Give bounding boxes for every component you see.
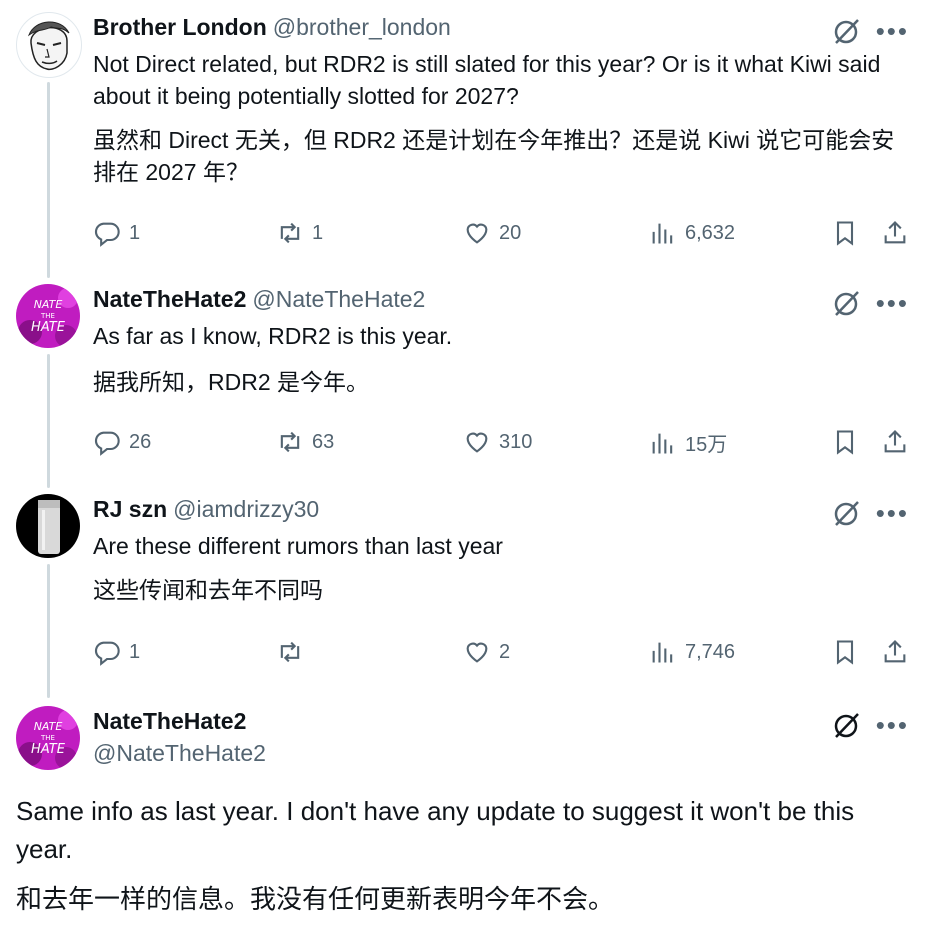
share-button[interactable] bbox=[881, 428, 909, 456]
repost-button[interactable] bbox=[276, 638, 312, 666]
tweet-text: As far as I know, RDR2 is this year. bbox=[93, 323, 453, 349]
avatar-text: THE bbox=[40, 312, 55, 320]
reply-button[interactable]: 1 bbox=[93, 219, 140, 247]
avatar-text: NATE bbox=[34, 720, 63, 733]
views-icon bbox=[652, 642, 673, 663]
avatar[interactable] bbox=[16, 12, 82, 78]
views-icon bbox=[652, 433, 673, 453]
tweet-header: NateTheHate2 @NateTheHate2 bbox=[93, 286, 425, 313]
like-button[interactable]: 310 bbox=[463, 428, 532, 456]
display-name[interactable]: RJ szn bbox=[93, 496, 167, 522]
repost-icon bbox=[280, 222, 300, 244]
reply-count: 26 bbox=[129, 430, 152, 453]
bookmark-button[interactable] bbox=[831, 428, 859, 456]
view-count: 6,632 bbox=[685, 221, 736, 244]
tweet-translation: 据我所知，RDR2 是今年。 bbox=[93, 369, 370, 395]
reply-icon bbox=[94, 431, 120, 456]
like-button[interactable]: 2 bbox=[463, 638, 510, 666]
avatar[interactable]: NATE THE HATE bbox=[16, 284, 80, 348]
tweet-translation: 虽然和 Direct 无关，但 RDR2 还是计划在今年推出？还是说 Kiwi … bbox=[93, 127, 895, 185]
tweet-top-icons: ••• bbox=[832, 710, 909, 740]
avatar-text: NATE bbox=[34, 298, 63, 311]
avatar-text: THE bbox=[40, 734, 55, 742]
like-button[interactable]: 20 bbox=[463, 219, 521, 247]
like-count: 2 bbox=[499, 640, 511, 663]
share-icon bbox=[884, 430, 906, 453]
like-icon bbox=[466, 642, 488, 663]
share-icon bbox=[884, 221, 906, 244]
views-icon bbox=[652, 223, 673, 244]
repost-button[interactable]: 63 bbox=[276, 428, 334, 456]
grok-icon[interactable] bbox=[832, 288, 862, 318]
user-handle[interactable]: @iamdrizzy30 bbox=[173, 496, 319, 522]
tweet-top-icons: ••• bbox=[832, 16, 909, 46]
tweet-rj-szn[interactable]: RJ szn @iamdrizzy30 ••• Are these differe… bbox=[0, 480, 933, 690]
share-button[interactable] bbox=[881, 219, 909, 247]
tweet-top-icons: ••• bbox=[832, 498, 909, 528]
like-count: 20 bbox=[499, 221, 522, 244]
reply-button[interactable]: 26 bbox=[93, 428, 151, 456]
repost-count: 63 bbox=[312, 430, 335, 453]
display-name[interactable]: NateTheHate2 bbox=[93, 286, 246, 312]
view-count: 7,746 bbox=[685, 640, 736, 663]
grok-icon[interactable] bbox=[832, 16, 862, 46]
repost-icon bbox=[280, 431, 300, 453]
reply-button[interactable]: 1 bbox=[93, 638, 140, 666]
bookmark-icon bbox=[836, 430, 854, 455]
tweet-natethehate-1[interactable]: NATE THE HATE NateTheHate2 @NateTheHate2 … bbox=[0, 270, 933, 480]
tweet-text: Same info as last year. I don't have any… bbox=[16, 796, 855, 864]
tweet-translation: 和去年一样的信息。我没有任何更新表明今年不会。 bbox=[16, 884, 615, 914]
tweet-actions: 1 1 20 6,632 bbox=[93, 219, 913, 253]
reply-count: 1 bbox=[129, 640, 141, 663]
tweet-brother-london[interactable]: Brother London @brother_london ••• Not Di… bbox=[0, 0, 933, 270]
views-button[interactable]: 6,632 bbox=[649, 219, 735, 247]
main-tweet[interactable]: NATE THE HATE NateTheHate2 @NateTheHate2… bbox=[0, 690, 933, 928]
reply-icon bbox=[94, 222, 120, 247]
tweet-text: Are these different rumors than last yea… bbox=[93, 533, 503, 559]
like-icon bbox=[466, 223, 488, 244]
reply-icon bbox=[94, 641, 120, 666]
views-button[interactable]: 15万 bbox=[649, 428, 727, 457]
user-handle[interactable]: @NateTheHate2 bbox=[93, 740, 266, 767]
avatar-text: HATE bbox=[31, 320, 66, 335]
like-count: 310 bbox=[499, 430, 533, 453]
avatar[interactable]: NATE THE HATE bbox=[16, 706, 80, 770]
tweet-header: Brother London @brother_london bbox=[93, 14, 451, 41]
tweet-actions: 26 63 310 15万 bbox=[93, 428, 913, 462]
tweet-translation: 这些传闻和去年不同吗 bbox=[93, 577, 323, 603]
repost-count: 1 bbox=[312, 221, 324, 244]
tweet-text: Not Direct related, but RDR2 is still sl… bbox=[93, 51, 881, 109]
view-count: 15万 bbox=[685, 434, 728, 456]
share-icon bbox=[884, 640, 906, 663]
tweet-header: RJ szn @iamdrizzy30 bbox=[93, 496, 319, 523]
tweet-actions: 1 2 7,746 bbox=[93, 638, 913, 672]
repost-button[interactable]: 1 bbox=[276, 219, 323, 247]
reply-count: 1 bbox=[129, 221, 141, 244]
display-name[interactable]: NateTheHate2 bbox=[93, 708, 246, 735]
bookmark-button[interactable] bbox=[831, 219, 859, 247]
more-icon[interactable]: ••• bbox=[876, 500, 909, 526]
avatar-text: HATE bbox=[31, 742, 66, 757]
display-name[interactable]: Brother London bbox=[93, 14, 267, 40]
repost-icon bbox=[280, 641, 300, 663]
user-handle[interactable]: @NateTheHate2 bbox=[252, 286, 425, 312]
grok-icon[interactable] bbox=[832, 710, 862, 740]
bookmark-icon bbox=[836, 221, 854, 246]
bookmark-button[interactable] bbox=[831, 638, 859, 666]
grok-icon[interactable] bbox=[832, 498, 862, 528]
more-icon[interactable]: ••• bbox=[876, 712, 909, 738]
tweet-top-icons: ••• bbox=[832, 288, 909, 318]
user-handle[interactable]: @brother_london bbox=[273, 14, 451, 40]
avatar[interactable] bbox=[16, 494, 80, 558]
more-icon[interactable]: ••• bbox=[876, 18, 909, 44]
views-button[interactable]: 7,746 bbox=[649, 638, 735, 666]
like-icon bbox=[466, 432, 488, 453]
more-icon[interactable]: ••• bbox=[876, 290, 909, 316]
share-button[interactable] bbox=[881, 638, 909, 666]
bookmark-icon bbox=[836, 640, 854, 665]
